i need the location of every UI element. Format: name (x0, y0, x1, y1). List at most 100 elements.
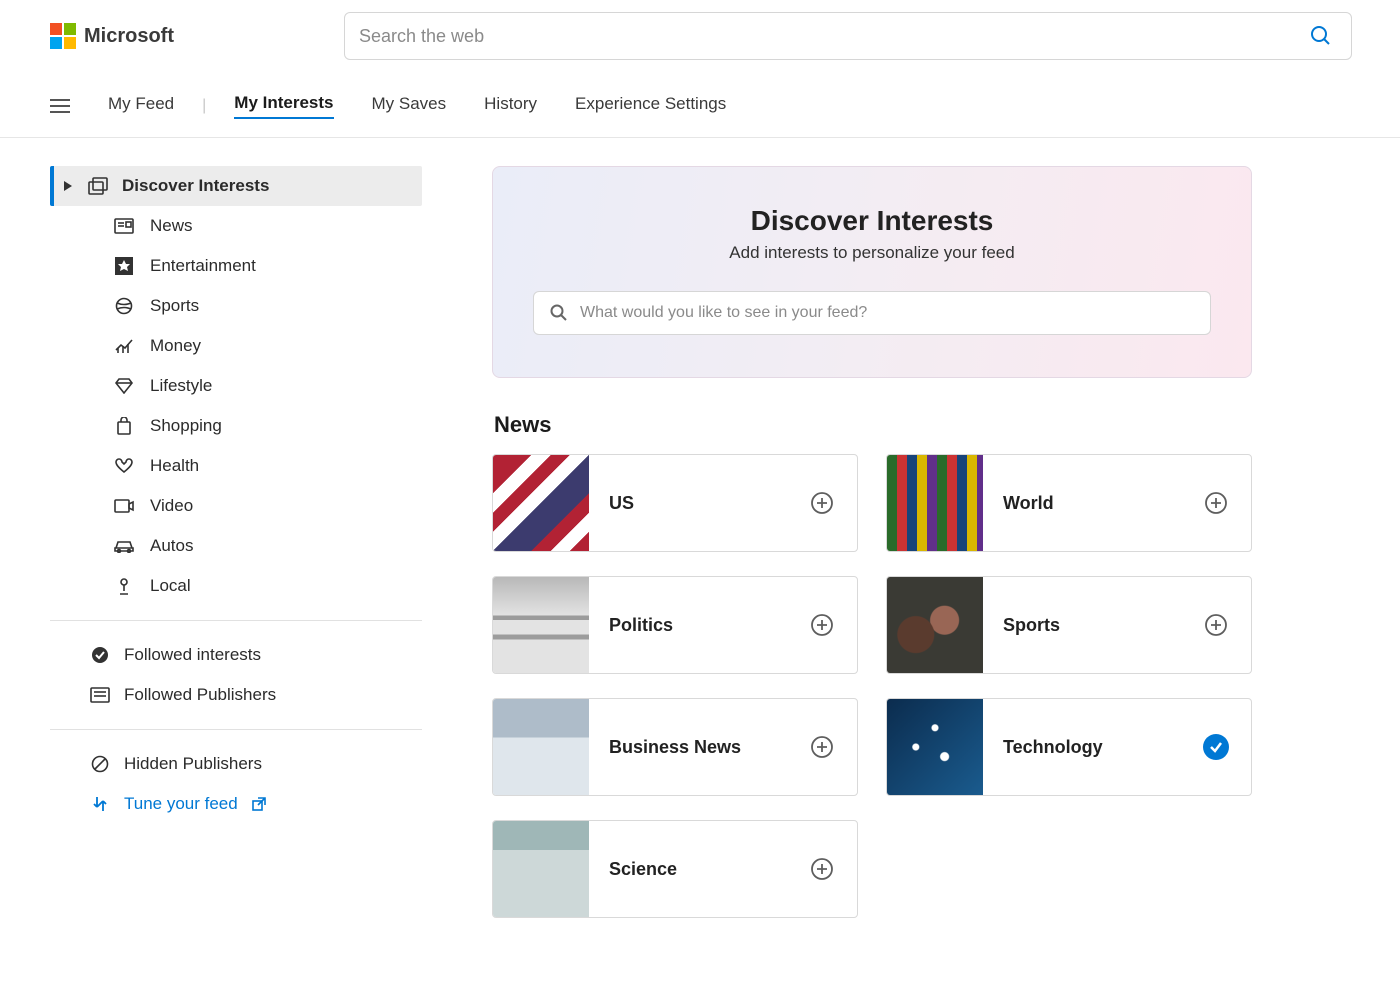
cards-grid: US World Politics Sports Business News (492, 454, 1252, 918)
add-button[interactable] (809, 734, 835, 760)
chevron-right-icon (64, 181, 74, 191)
plus-circle-icon (810, 613, 834, 637)
tune-icon (90, 794, 110, 814)
card-label: Politics (589, 615, 809, 636)
menu-button[interactable] (50, 98, 70, 114)
sidebar-item-label: Discover Interests (122, 176, 269, 196)
card-thumbnail (493, 455, 589, 551)
cards-icon (88, 176, 108, 196)
main-content: Discover Interests Add interests to pers… (492, 166, 1252, 918)
plus-circle-icon (810, 857, 834, 881)
card-label: World (983, 493, 1203, 514)
sidebar: Discover Interests News Entertainment Sp… (50, 166, 422, 918)
sidebar-item-label: Shopping (150, 416, 222, 436)
plus-circle-icon (810, 491, 834, 515)
card-thumbnail (493, 577, 589, 673)
sidebar-item-label: Lifestyle (150, 376, 212, 396)
nav-my-saves[interactable]: My Saves (372, 94, 447, 118)
sidebar-item-label: News (150, 216, 193, 236)
sidebar-item-label: Sports (150, 296, 199, 316)
search-box[interactable] (344, 12, 1352, 60)
interest-card-science[interactable]: Science (492, 820, 858, 918)
nav-separator: | (202, 97, 206, 115)
search-icon (550, 304, 568, 322)
sidebar-item-shopping[interactable]: Shopping (114, 406, 422, 446)
sidebar-divider (50, 620, 422, 621)
interest-search-input[interactable] (580, 304, 1194, 322)
interest-card-us[interactable]: US (492, 454, 858, 552)
check-icon (1208, 739, 1224, 755)
interest-card-sports[interactable]: Sports (886, 576, 1252, 674)
sidebar-item-label: Local (150, 576, 191, 596)
card-thumbnail (887, 455, 983, 551)
nav-my-interests[interactable]: My Interests (234, 93, 333, 119)
news-icon (114, 216, 134, 236)
sidebar-item-video[interactable]: Video (114, 486, 422, 526)
hero-subtitle: Add interests to personalize your feed (533, 243, 1211, 263)
sidebar-item-sports[interactable]: Sports (114, 286, 422, 326)
sidebar-followed-publishers[interactable]: Followed Publishers (50, 675, 422, 715)
bag-icon (114, 416, 134, 436)
sidebar-item-news[interactable]: News (114, 206, 422, 246)
card-thumbnail (493, 699, 589, 795)
sidebar-item-label: Health (150, 456, 199, 476)
nav-my-feed[interactable]: My Feed (108, 94, 174, 118)
sidebar-item-money[interactable]: Money (114, 326, 422, 366)
sidebar-item-label: Autos (150, 536, 193, 556)
hero-panel: Discover Interests Add interests to pers… (492, 166, 1252, 378)
section-title: News (494, 412, 1252, 438)
sidebar-item-lifestyle[interactable]: Lifestyle (114, 366, 422, 406)
microsoft-logo-icon (50, 23, 76, 49)
ball-icon (114, 296, 134, 316)
hamburger-icon (50, 98, 70, 114)
pin-icon (114, 576, 134, 596)
sidebar-tune-your-feed[interactable]: Tune your feed (50, 784, 422, 824)
block-icon (90, 754, 110, 774)
card-thumbnail (493, 821, 589, 917)
sidebar-link-label: Followed Publishers (124, 685, 276, 705)
sidebar-discover-interests[interactable]: Discover Interests (50, 166, 422, 206)
sidebar-link-label: Tune your feed (124, 794, 238, 814)
sidebar-item-autos[interactable]: Autos (114, 526, 422, 566)
sidebar-item-entertainment[interactable]: Entertainment (114, 246, 422, 286)
sidebar-divider (50, 729, 422, 730)
check-circle-icon (90, 645, 110, 665)
search-input[interactable] (359, 26, 1305, 47)
brand-logo[interactable]: Microsoft (50, 23, 174, 49)
add-button[interactable] (809, 856, 835, 882)
sidebar-item-health[interactable]: Health (114, 446, 422, 486)
card-label: Business News (589, 737, 809, 758)
brand-name: Microsoft (84, 25, 174, 48)
star-icon (114, 256, 134, 276)
card-label: US (589, 493, 809, 514)
interest-card-business[interactable]: Business News (492, 698, 858, 796)
add-button[interactable] (809, 612, 835, 638)
interest-card-technology[interactable]: Technology (886, 698, 1252, 796)
heart-icon (114, 456, 134, 476)
card-label: Science (589, 859, 809, 880)
external-link-icon (252, 797, 266, 811)
add-button[interactable] (1203, 490, 1229, 516)
add-button[interactable] (1203, 612, 1229, 638)
sidebar-item-label: Money (150, 336, 201, 356)
chart-icon (114, 336, 134, 356)
nav-row: My Feed | My Interests My Saves History … (0, 73, 1400, 138)
sidebar-link-label: Followed interests (124, 645, 261, 665)
interest-card-politics[interactable]: Politics (492, 576, 858, 674)
card-label: Technology (983, 737, 1203, 758)
sidebar-item-local[interactable]: Local (114, 566, 422, 606)
sidebar-item-label: Entertainment (150, 256, 256, 276)
nav-history[interactable]: History (484, 94, 537, 118)
sidebar-item-label: Video (150, 496, 193, 516)
interest-search[interactable] (533, 291, 1211, 335)
add-button[interactable] (809, 490, 835, 516)
plus-circle-icon (1204, 613, 1228, 637)
sidebar-hidden-publishers[interactable]: Hidden Publishers (50, 744, 422, 784)
nav-experience-settings[interactable]: Experience Settings (575, 94, 726, 118)
search-button[interactable] (1305, 20, 1337, 52)
sidebar-followed-interests[interactable]: Followed interests (50, 635, 422, 675)
added-button[interactable] (1203, 734, 1229, 760)
interest-card-world[interactable]: World (886, 454, 1252, 552)
video-icon (114, 496, 134, 516)
card-thumbnail (887, 577, 983, 673)
